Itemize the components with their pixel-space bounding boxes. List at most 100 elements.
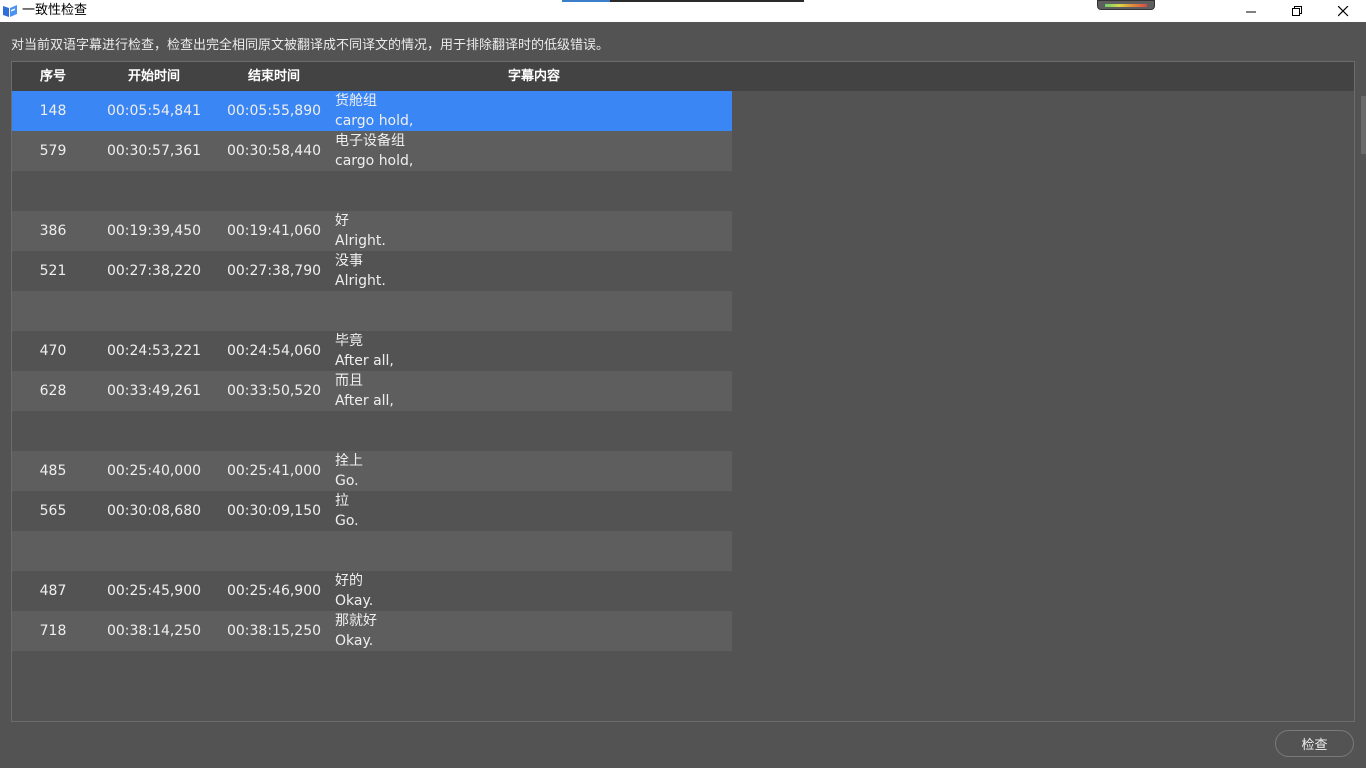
row-content: 那就好 Okay. bbox=[335, 612, 732, 652]
row-translation-text bbox=[335, 432, 732, 452]
minimize-button[interactable] bbox=[1228, 0, 1274, 22]
row-index: 565 bbox=[39, 503, 67, 519]
row-translation-text: After all, bbox=[335, 353, 394, 369]
row-end-time: 00:30:58,440 bbox=[226, 143, 322, 159]
row-source-text: 好的 bbox=[335, 573, 363, 589]
row-start-time: 00:33:49,261 bbox=[106, 383, 202, 399]
row-content bbox=[335, 412, 732, 452]
row-start-time: 00:25:45,900 bbox=[106, 583, 202, 599]
row-end-time bbox=[214, 411, 334, 451]
row-start-time: 00:27:38,220 bbox=[106, 263, 202, 279]
row-index bbox=[12, 291, 94, 331]
row-translation-text bbox=[335, 312, 732, 332]
minimize-icon bbox=[1245, 11, 1256, 12]
row-start-time: 00:30:57,361 bbox=[106, 143, 202, 159]
row-source-text: 而且 bbox=[335, 373, 363, 389]
row-translation-text: Okay. bbox=[335, 633, 374, 649]
restore-icon bbox=[1291, 5, 1302, 16]
table-row[interactable]: 579 00:30:57,361 00:30:58,440 电子设备组 cargo ho… bbox=[12, 131, 732, 171]
row-index bbox=[12, 411, 94, 451]
table-row[interactable]: 148 00:05:54,841 00:05:55,890 货舱组 cargo hold… bbox=[12, 91, 732, 131]
row-end-time: 00:33:50,520 bbox=[226, 383, 322, 399]
table-row[interactable] bbox=[12, 171, 732, 211]
table-row[interactable]: 485 00:25:40,000 00:25:41,000 拴上 Go. bbox=[12, 451, 732, 491]
audio-meter-widget[interactable] bbox=[1097, 0, 1155, 10]
results-table[interactable]: 序号 开始时间 结束时间 字幕内容 148 00:05:54,841 00:05:5… bbox=[11, 61, 1355, 722]
table-row[interactable]: 628 00:33:49,261 00:33:50,520 而且 After all, bbox=[12, 371, 732, 411]
row-translation-text: Go. bbox=[335, 513, 359, 529]
row-start-time: 00:24:53,221 bbox=[106, 343, 202, 359]
row-content bbox=[335, 532, 732, 572]
window-title: 一致性检查 bbox=[22, 3, 88, 18]
row-start-time: 00:38:14,250 bbox=[106, 623, 202, 639]
row-translation-text: After all, bbox=[335, 393, 394, 409]
table-row[interactable]: 521 00:27:38,220 00:27:38,790 没事 Alright. bbox=[12, 251, 732, 291]
row-end-time: 00:30:09,150 bbox=[226, 503, 322, 519]
row-content bbox=[335, 172, 732, 212]
table-row[interactable] bbox=[12, 411, 732, 451]
row-content: 货舱组 cargo hold, bbox=[335, 92, 732, 132]
column-header-start-time[interactable]: 开始时间 bbox=[94, 62, 214, 91]
row-end-time bbox=[214, 531, 334, 571]
restore-button[interactable] bbox=[1274, 0, 1320, 22]
row-source-text: 没事 bbox=[335, 253, 363, 269]
row-source-text bbox=[335, 412, 732, 432]
close-button[interactable] bbox=[1320, 0, 1366, 22]
row-start-time: 00:30:08,680 bbox=[106, 503, 202, 519]
row-content: 毕竟 After all, bbox=[335, 332, 732, 372]
row-start-time: 00:05:54,841 bbox=[106, 103, 202, 119]
table-row[interactable]: 718 00:38:14,250 00:38:15,250 那就好 Okay. bbox=[12, 611, 732, 651]
row-index: 628 bbox=[39, 383, 67, 399]
row-index: 470 bbox=[39, 343, 67, 359]
table-header: 序号 开始时间 结束时间 字幕内容 bbox=[12, 62, 1354, 91]
column-header-index[interactable]: 序号 bbox=[12, 62, 94, 91]
check-button[interactable]: 检查 bbox=[1275, 730, 1354, 757]
description-text: 对当前双语字幕进行检查，检查出完全相同原文被翻译成不同译文的情况，用于排除翻译时… bbox=[11, 38, 610, 53]
row-start-time bbox=[94, 411, 214, 451]
row-content: 好的 Okay. bbox=[335, 572, 732, 612]
row-source-text: 好 bbox=[335, 213, 349, 229]
column-header-content[interactable]: 字幕内容 bbox=[334, 62, 734, 91]
row-source-text: 拉 bbox=[335, 493, 349, 509]
row-index: 485 bbox=[39, 463, 67, 479]
table-body: 148 00:05:54,841 00:05:55,890 货舱组 cargo hold… bbox=[12, 91, 732, 651]
table-row[interactable]: 487 00:25:45,900 00:25:46,900 好的 Okay. bbox=[12, 571, 732, 611]
row-end-time: 00:19:41,060 bbox=[226, 223, 322, 239]
row-index: 148 bbox=[39, 103, 67, 119]
title-bar: 一致性检查 bbox=[0, 0, 1366, 22]
row-end-time: 00:05:55,890 bbox=[226, 103, 322, 119]
row-index: 487 bbox=[39, 583, 67, 599]
row-content: 而且 After all, bbox=[335, 372, 732, 412]
column-header-end-time[interactable]: 结束时间 bbox=[214, 62, 334, 91]
background-window-strip bbox=[562, 0, 610, 2]
row-source-text: 电子设备组 bbox=[335, 133, 405, 149]
row-start-time bbox=[94, 171, 214, 211]
row-source-text: 毕竟 bbox=[335, 333, 363, 349]
table-row[interactable] bbox=[12, 531, 732, 571]
table-row[interactable]: 565 00:30:08,680 00:30:09,150 拉 Go. bbox=[12, 491, 732, 531]
row-index: 521 bbox=[39, 263, 67, 279]
scrollbar[interactable] bbox=[1361, 96, 1366, 154]
row-source-text: 拴上 bbox=[335, 453, 363, 469]
table-row[interactable] bbox=[12, 291, 732, 331]
row-source-text bbox=[335, 292, 732, 312]
row-index: 718 bbox=[39, 623, 67, 639]
row-start-time: 00:19:39,450 bbox=[106, 223, 202, 239]
row-end-time: 00:38:15,250 bbox=[226, 623, 322, 639]
background-window-strip-dark bbox=[610, 0, 804, 2]
row-end-time bbox=[214, 291, 334, 331]
row-index: 386 bbox=[39, 223, 67, 239]
audio-meter-icon bbox=[1105, 4, 1147, 7]
row-translation-text: Okay. bbox=[335, 593, 374, 609]
table-row[interactable]: 470 00:24:53,221 00:24:54,060 毕竟 After all, bbox=[12, 331, 732, 371]
row-index: 579 bbox=[39, 143, 67, 159]
row-source-text bbox=[335, 172, 732, 192]
row-content: 没事 Alright. bbox=[335, 252, 732, 292]
row-translation-text bbox=[335, 192, 732, 212]
row-start-time: 00:25:40,000 bbox=[106, 463, 202, 479]
row-content: 好 Alright. bbox=[335, 212, 732, 252]
table-row[interactable]: 386 00:19:39,450 00:19:41,060 好 Alright. bbox=[12, 211, 732, 251]
row-end-time: 00:24:54,060 bbox=[226, 343, 322, 359]
row-index bbox=[12, 171, 94, 211]
close-icon bbox=[1337, 5, 1348, 16]
